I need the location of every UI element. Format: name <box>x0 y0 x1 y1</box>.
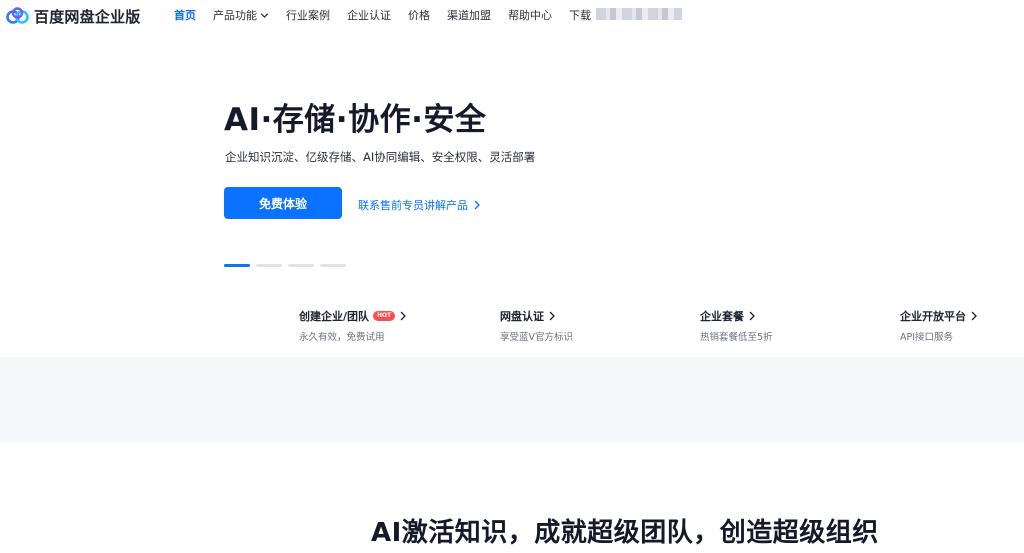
nav-item-label: 渠道加盟 <box>447 9 491 22</box>
nav-item-label: 行业案例 <box>286 9 330 22</box>
feature-title: 创建企业/团队 <box>299 310 370 323</box>
nav-item-industry-cases[interactable]: 行业案例 <box>286 7 330 23</box>
feature-links: 创建企业/团队 HOT 永久有效，免费试用 网盘认证 享受蓝V官方标识 企业套餐… <box>0 308 1024 348</box>
feature-desc: 享受蓝V官方标识 <box>500 332 573 343</box>
section-divider-band <box>0 357 1024 442</box>
nav-item-product-features[interactable]: 产品功能 <box>213 7 269 23</box>
chevron-right-icon <box>400 311 407 321</box>
chevron-down-icon <box>260 12 269 18</box>
nav-item-home[interactable]: 首页 <box>174 7 196 23</box>
feature-netdisk-certification[interactable]: 网盘认证 享受蓝V官方标识 <box>500 308 573 343</box>
nav-item-label: 产品功能 <box>213 9 257 22</box>
main-menu: 首页 产品功能 行业案例 企业认证 价格 渠道加盟 帮助中心 下载 <box>174 7 591 23</box>
hero-title: AI·存储·协作·安全 <box>224 102 487 138</box>
carousel-dot[interactable] <box>224 264 250 267</box>
feature-title-row: 企业开放平台 <box>900 308 978 324</box>
carousel-indicators <box>224 264 346 267</box>
feature-title-row: 创建企业/团队 HOT <box>299 308 407 324</box>
feature-desc: 热销套餐低至5折 <box>700 332 773 343</box>
feature-title: 企业套餐 <box>700 310 744 323</box>
contact-sales-label: 联系售前专员讲解产品 <box>358 199 468 212</box>
nav-item-help-center[interactable]: 帮助中心 <box>508 7 552 23</box>
chevron-right-icon <box>971 311 977 321</box>
feature-desc: API接口服务 <box>900 332 954 343</box>
section-title: AI激活知识，成就超级团队，创造超级组织 <box>371 518 879 548</box>
nav-item-label: 帮助中心 <box>508 9 552 22</box>
brand-name: 百度网盘企业版 <box>34 7 141 26</box>
chevron-right-icon <box>749 311 755 321</box>
carousel-dot[interactable] <box>320 264 346 267</box>
nav-item-label: 下载 <box>569 9 591 22</box>
free-trial-button[interactable]: 免费体验 <box>224 187 342 219</box>
nav-item-label: 首页 <box>174 9 196 22</box>
feature-title-row: 网盘认证 <box>500 308 573 324</box>
carousel-dot[interactable] <box>288 264 314 267</box>
nav-item-channel-partners[interactable]: 渠道加盟 <box>447 7 491 23</box>
chevron-right-icon <box>549 311 555 321</box>
top-navigation: 百度网盘企业版 首页 产品功能 行业案例 企业认证 价格 渠道加盟 帮助中心 下… <box>0 0 1024 30</box>
feature-title: 企业开放平台 <box>900 310 966 323</box>
feature-enterprise-plans[interactable]: 企业套餐 热销套餐低至5折 <box>700 308 773 343</box>
chevron-right-icon <box>474 200 480 210</box>
user-account-blurred[interactable] <box>596 8 682 20</box>
nav-item-label: 企业认证 <box>347 9 391 22</box>
nav-item-download[interactable]: 下载 <box>569 7 591 23</box>
hot-badge: HOT <box>373 311 396 321</box>
feature-create-enterprise[interactable]: 创建企业/团队 HOT 永久有效，免费试用 <box>299 308 407 343</box>
feature-title-row: 企业套餐 <box>700 308 773 324</box>
feature-desc: 永久有效，免费试用 <box>299 332 385 343</box>
contact-sales-link[interactable]: 联系售前专员讲解产品 <box>358 197 481 213</box>
nav-item-pricing[interactable]: 价格 <box>408 7 430 23</box>
nav-item-label: 价格 <box>408 9 430 22</box>
carousel-dot[interactable] <box>256 264 282 267</box>
nav-item-enterprise-certification[interactable]: 企业认证 <box>347 7 391 23</box>
baidu-netdisk-logo-icon <box>6 7 29 24</box>
hero-subtitle: 企业知识沉淀、亿级存储、AI协同编辑、安全权限、灵活部署 <box>225 150 536 164</box>
feature-title: 网盘认证 <box>500 310 544 323</box>
brand-logo[interactable]: 百度网盘企业版 <box>5 6 140 26</box>
feature-open-platform[interactable]: 企业开放平台 API接口服务 <box>900 308 978 343</box>
